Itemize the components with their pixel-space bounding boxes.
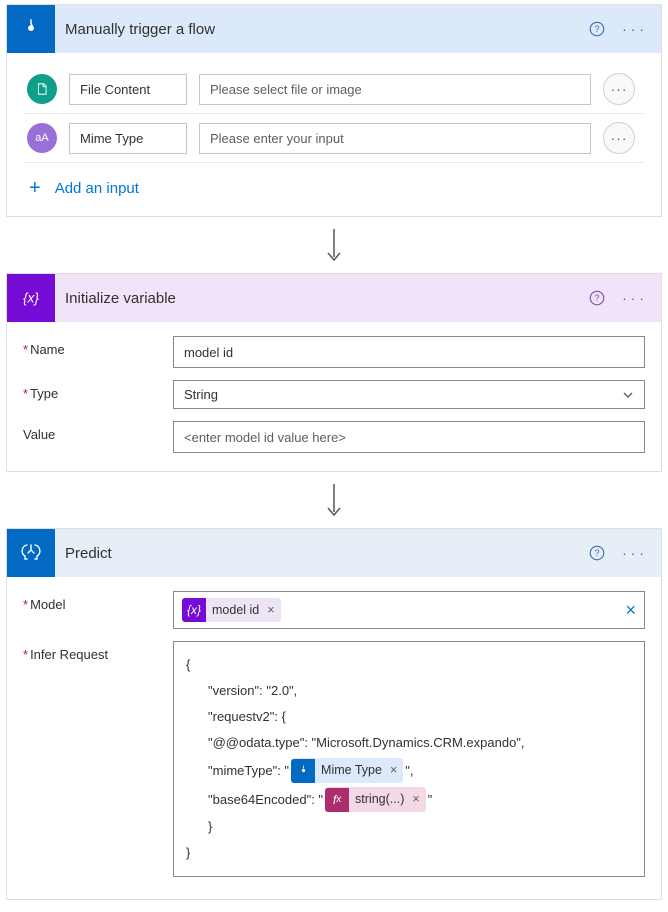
help-icon[interactable]: ? bbox=[579, 280, 615, 316]
token-remove-icon[interactable]: × bbox=[388, 758, 403, 783]
name-row: *Name model id bbox=[7, 330, 661, 374]
clear-icon[interactable]: × bbox=[625, 600, 636, 621]
svg-text:?: ? bbox=[594, 293, 599, 303]
infer-row: *Infer Request { "version": "2.0", "requ… bbox=[7, 635, 661, 883]
input-label[interactable]: Mime Type bbox=[69, 123, 187, 154]
fx-icon: fx bbox=[325, 788, 349, 812]
initvar-title: Initialize variable bbox=[55, 290, 579, 307]
type-select[interactable]: String bbox=[173, 380, 645, 409]
type-value: String bbox=[184, 387, 218, 402]
infer-label: *Infer Request bbox=[23, 641, 173, 662]
input-value[interactable]: Please select file or image bbox=[199, 74, 591, 105]
variable-icon: {x} bbox=[7, 274, 55, 322]
model-label: *Model bbox=[23, 591, 173, 612]
predict-card: Predict ? · · · *Model {x} model id × × … bbox=[6, 528, 662, 900]
trigger-title: Manually trigger a flow bbox=[55, 21, 579, 38]
input-row-mime: aA Mime Type Please enter your input ··· bbox=[23, 114, 645, 163]
type-label: *Type bbox=[23, 380, 173, 401]
predict-icon bbox=[7, 529, 55, 577]
initvar-header[interactable]: {x} Initialize variable ? · · · bbox=[7, 274, 661, 322]
input-label[interactable]: File Content bbox=[69, 74, 187, 105]
token-trigger[interactable]: Mime Type × bbox=[291, 758, 403, 783]
input-row-file: File Content Please select file or image… bbox=[23, 65, 645, 114]
input-more-button[interactable]: ··· bbox=[603, 73, 635, 105]
token-remove-icon[interactable]: × bbox=[265, 603, 280, 617]
trigger-body: File Content Please select file or image… bbox=[7, 53, 661, 216]
token-text: Mime Type bbox=[315, 758, 388, 783]
name-input[interactable]: model id bbox=[173, 336, 645, 368]
token-text: string(...) bbox=[349, 787, 410, 812]
more-icon[interactable]: · · · bbox=[615, 535, 651, 571]
arrow-connector bbox=[0, 484, 668, 520]
add-input-button[interactable]: + Add an input bbox=[23, 163, 645, 204]
token-expression[interactable]: fx string(...) × bbox=[325, 787, 426, 812]
trigger-icon bbox=[291, 759, 315, 783]
token-remove-icon[interactable]: × bbox=[410, 787, 425, 812]
svg-text:?: ? bbox=[594, 548, 599, 558]
trigger-header[interactable]: Manually trigger a flow ? · · · bbox=[7, 5, 661, 53]
initvar-card: {x} Initialize variable ? · · · *Name mo… bbox=[6, 273, 662, 472]
name-label: *Name bbox=[23, 336, 173, 357]
text-icon: aA bbox=[27, 123, 57, 153]
svg-text:?: ? bbox=[594, 24, 599, 34]
file-icon bbox=[27, 74, 57, 104]
svg-text:{x}: {x} bbox=[23, 291, 39, 306]
arrow-connector bbox=[0, 229, 668, 265]
predict-title: Predict bbox=[55, 545, 579, 562]
model-input[interactable]: {x} model id × × bbox=[173, 591, 645, 629]
infer-input[interactable]: { "version": "2.0", "requestv2": { "@@od… bbox=[173, 641, 645, 877]
help-icon[interactable]: ? bbox=[579, 535, 615, 571]
more-icon[interactable]: · · · bbox=[615, 11, 651, 47]
input-value[interactable]: Please enter your input bbox=[199, 123, 591, 154]
type-row: *Type String bbox=[7, 374, 661, 415]
token-variable[interactable]: {x} model id × bbox=[182, 598, 281, 622]
trigger-card: Manually trigger a flow ? · · · File Con… bbox=[6, 4, 662, 217]
token-text: model id bbox=[206, 603, 265, 617]
variable-icon: {x} bbox=[182, 598, 206, 622]
value-label: Value bbox=[23, 421, 173, 442]
plus-icon: + bbox=[29, 177, 41, 200]
help-icon[interactable]: ? bbox=[579, 11, 615, 47]
add-input-label: Add an input bbox=[55, 180, 139, 197]
chevron-down-icon bbox=[622, 389, 634, 401]
input-more-button[interactable]: ··· bbox=[603, 122, 635, 154]
more-icon[interactable]: · · · bbox=[615, 280, 651, 316]
model-row: *Model {x} model id × × bbox=[7, 585, 661, 635]
value-row: Value <enter model id value here> bbox=[7, 415, 661, 459]
trigger-icon bbox=[7, 5, 55, 53]
predict-header[interactable]: Predict ? · · · bbox=[7, 529, 661, 577]
value-input[interactable]: <enter model id value here> bbox=[173, 421, 645, 453]
